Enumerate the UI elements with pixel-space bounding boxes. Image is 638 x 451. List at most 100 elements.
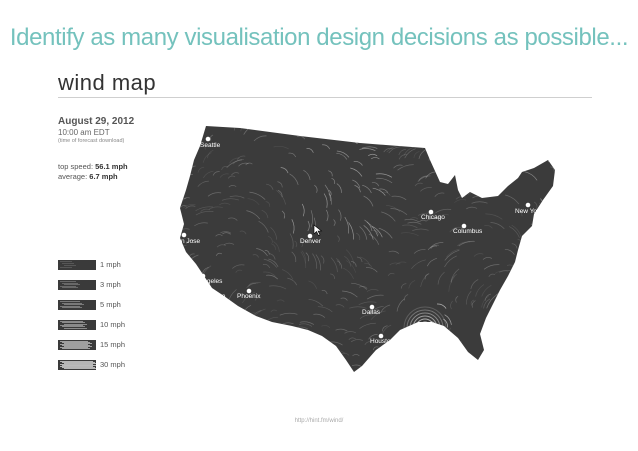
wind-streak <box>180 337 182 345</box>
wind-streak <box>343 367 351 371</box>
wind-streak <box>429 355 433 365</box>
wind-streak <box>385 364 400 372</box>
wind-streak <box>190 126 195 133</box>
wind-streak <box>549 193 553 202</box>
wind-streak <box>432 109 434 122</box>
wind-streak <box>555 310 569 314</box>
city-label: San Jose <box>173 238 200 245</box>
wind-streak <box>490 181 499 185</box>
wind-streak <box>464 143 474 155</box>
city-dot <box>205 136 211 142</box>
wind-streak <box>491 340 500 350</box>
wind-streak <box>457 341 463 357</box>
wind-streak <box>275 343 283 346</box>
wind-streak <box>544 297 555 303</box>
wind-streak <box>426 116 428 124</box>
wind-map[interactable]: Seattle San Jose Los Angeles San Diego Phoen… <box>0 0 638 451</box>
wind-streak <box>549 142 555 146</box>
wind-streak <box>479 126 485 129</box>
wind-streak <box>281 355 300 359</box>
wind-streak <box>505 321 512 326</box>
wind-streak <box>422 345 427 359</box>
wind-streak <box>492 361 509 371</box>
wind-streak <box>190 312 193 321</box>
city-label: Chicago <box>421 214 445 221</box>
wind-streak <box>224 299 228 306</box>
wind-streak <box>517 289 534 292</box>
wind-streak <box>280 360 291 364</box>
wind-streak <box>502 126 517 131</box>
wind-streak <box>435 341 439 357</box>
wind-streak <box>180 258 189 268</box>
wind-streak <box>558 129 570 133</box>
wind-streak <box>524 297 533 300</box>
wind-streak <box>527 127 537 130</box>
wind-streak <box>280 362 289 366</box>
wind-streak <box>443 327 446 338</box>
wind-streak <box>531 133 542 136</box>
wind-streak <box>406 108 411 123</box>
wind-streak <box>384 126 395 129</box>
wind-streak <box>430 112 432 123</box>
wind-streak <box>386 138 395 145</box>
wind-streak <box>369 360 379 364</box>
source-url[interactable]: http://hint.fm/wind/ <box>0 418 638 424</box>
wind-streak <box>278 361 289 365</box>
city-label: Dallas <box>362 309 381 316</box>
city-dot <box>525 202 531 208</box>
wind-streak <box>524 338 538 342</box>
wind-streak <box>420 341 429 346</box>
wind-streak <box>545 148 555 157</box>
wind-streak <box>234 330 241 341</box>
wind-streak <box>546 321 555 325</box>
wind-streak <box>223 338 233 355</box>
wind-streak <box>247 350 258 358</box>
wind-streak <box>547 277 555 288</box>
wind-streak <box>513 286 527 289</box>
wind-streak <box>223 312 228 322</box>
wind-streak <box>545 275 553 283</box>
city-dot <box>207 287 213 293</box>
wind-streak <box>245 112 255 123</box>
wind-streak <box>502 336 515 347</box>
wind-streak <box>556 124 570 128</box>
wind-streak <box>540 311 551 314</box>
city-label: Phoenix <box>237 293 261 300</box>
wind-streak <box>539 319 548 322</box>
storm-swirl <box>418 321 432 335</box>
wind-streak <box>554 285 555 296</box>
wind-streak <box>551 126 555 127</box>
wind-streak <box>414 340 430 347</box>
wind-streak <box>514 152 523 156</box>
wind-streak <box>529 277 543 286</box>
wind-streak <box>180 166 184 171</box>
wind-streak <box>549 204 552 212</box>
wind-streak <box>516 357 534 362</box>
wind-streak <box>400 126 409 132</box>
wind-streak <box>433 151 442 162</box>
city-label: New York <box>515 208 543 215</box>
wind-streak <box>484 148 495 156</box>
wind-streak <box>180 126 184 130</box>
wind-streak <box>310 127 322 132</box>
wind-streak <box>413 138 419 148</box>
wind-streak <box>450 126 456 144</box>
wind-streak <box>368 134 380 139</box>
city-label: San Diego <box>195 293 226 300</box>
city-label: Houston <box>370 338 395 345</box>
wind-streak <box>424 356 429 367</box>
wind-streak <box>212 352 219 365</box>
wind-streak <box>531 336 546 340</box>
wind-streak <box>547 346 555 349</box>
city-dot <box>181 232 187 238</box>
wind-streak <box>422 135 429 150</box>
wind-streak <box>540 346 555 350</box>
wind-streak <box>227 110 234 125</box>
wind-streak <box>313 362 327 371</box>
wind-streak <box>204 337 207 345</box>
wind-streak <box>531 286 549 294</box>
wind-streak <box>551 369 555 372</box>
wind-streak <box>477 190 495 193</box>
wind-streak <box>445 116 447 126</box>
wind-streak <box>276 357 284 360</box>
